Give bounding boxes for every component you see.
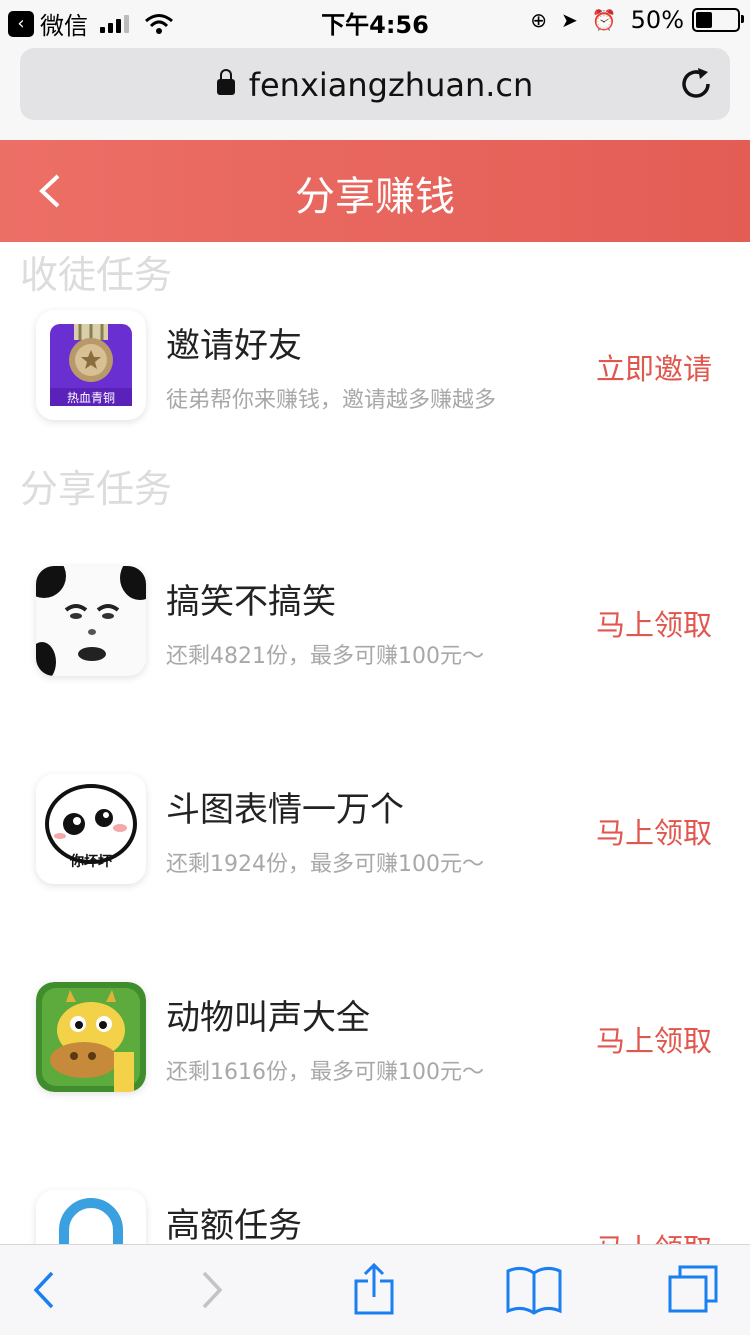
- battery-fill: [696, 12, 712, 28]
- page-header: 分享赚钱: [0, 140, 750, 242]
- task-row-invite[interactable]: 热血青铜 邀请好友 徒弟帮你来赚钱，邀请越多赚越多 立即邀请: [0, 310, 750, 430]
- location-arrow-icon: ➤: [560, 8, 578, 32]
- address-bar[interactable]: fenxiangzhuan.cn: [20, 48, 730, 120]
- giraffe-icon: [36, 982, 146, 1092]
- task-row-funny[interactable]: 搞笑不搞笑 还剩4821份，最多可赚100元～ 马上领取: [0, 566, 750, 686]
- browser-toolbar: [0, 1244, 750, 1335]
- claim-now-button[interactable]: 马上领取: [596, 602, 712, 644]
- task-title: 斗图表情一万个: [166, 790, 404, 830]
- section-title-share: 分享任务: [20, 467, 173, 511]
- orientation-lock-icon: ⊕: [530, 8, 547, 32]
- task-subtitle: 徒弟帮你来赚钱，邀请越多赚越多: [166, 388, 497, 413]
- forward-icon[interactable]: [182, 1263, 242, 1317]
- url-display[interactable]: fenxiangzhuan.cn: [20, 66, 730, 104]
- tabs-icon[interactable]: [664, 1263, 724, 1317]
- bookmarks-icon[interactable]: [504, 1263, 564, 1317]
- sticker-caption: 你坏坏: [69, 853, 112, 870]
- medal-caption: 热血青铜: [67, 390, 115, 405]
- task-title: 邀请好友: [166, 326, 302, 366]
- claim-now-button[interactable]: 马上领取: [596, 1018, 712, 1060]
- section-title-recruit: 收徒任务: [20, 253, 173, 297]
- claim-now-button[interactable]: 马上领取: [596, 810, 712, 852]
- task-row-animals[interactable]: 动物叫声大全 还剩1616份，最多可赚100元～ 马上领取: [0, 982, 750, 1102]
- task-title: 动物叫声大全: [166, 998, 370, 1038]
- back-icon[interactable]: [14, 1263, 74, 1317]
- status-right: ⊕ ➤ ⏰ 50%: [530, 6, 744, 34]
- bronze-medal-icon: 热血青铜: [36, 310, 146, 420]
- browser-url-area: fenxiangzhuan.cn: [0, 40, 750, 140]
- task-subtitle: 还剩1924份，最多可赚100元～: [166, 852, 484, 877]
- invite-now-button[interactable]: 立即邀请: [596, 346, 712, 388]
- task-title: 搞笑不搞笑: [166, 582, 336, 622]
- task-title: 高额任务: [166, 1206, 302, 1246]
- task-subtitle: 还剩4821份，最多可赚100元～: [166, 644, 484, 669]
- share-icon[interactable]: [344, 1263, 404, 1317]
- page-title: 分享赚钱: [295, 174, 455, 220]
- battery-percent: 50%: [630, 6, 684, 34]
- lock-icon: [216, 69, 235, 95]
- task-row-stickers[interactable]: 你坏坏 斗图表情一万个 还剩1924份，最多可赚100元～ 马上领取: [0, 774, 750, 894]
- task-subtitle: 还剩1616份，最多可赚100元～: [166, 1060, 484, 1085]
- emoji-face-icon: 你坏坏: [36, 774, 146, 884]
- url-text: fenxiangzhuan.cn: [248, 66, 534, 104]
- alarm-icon: ⏰: [591, 8, 617, 32]
- status-bar: ‹ 微信 下午4:56 ⊕ ➤ ⏰ 50%: [0, 0, 750, 40]
- panda-face-icon: [36, 566, 146, 676]
- battery-icon: [692, 8, 744, 32]
- reload-icon[interactable]: [678, 66, 714, 102]
